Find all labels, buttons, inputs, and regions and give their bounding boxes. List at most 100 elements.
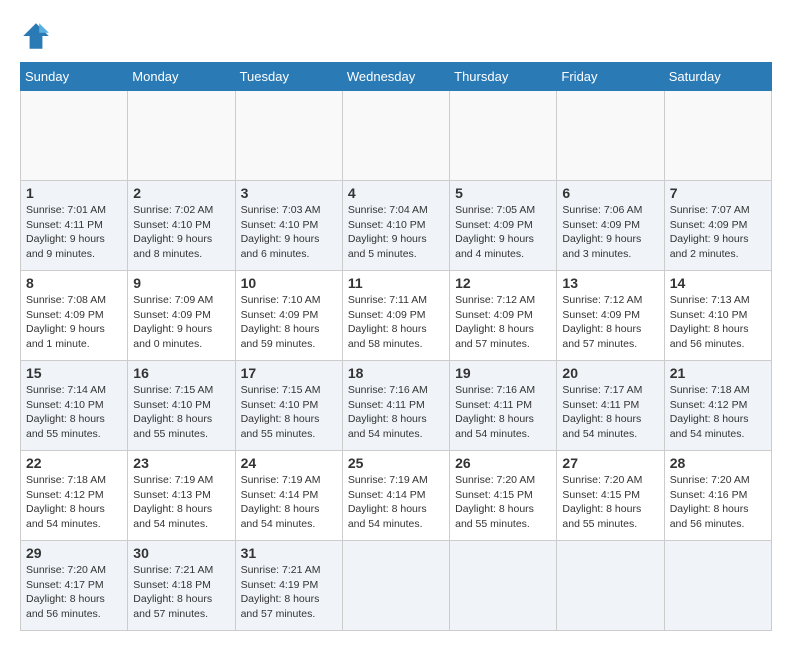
day-cell (450, 541, 557, 631)
day-cell: 21Sunrise: 7:18 AM Sunset: 4:12 PM Dayli… (664, 361, 771, 451)
day-number: 31 (241, 545, 337, 561)
day-info: Sunrise: 7:19 AM Sunset: 4:14 PM Dayligh… (241, 473, 337, 532)
day-number: 10 (241, 275, 337, 291)
day-cell: 19 Sunrise: 7:16 AM Sunset: 4:11 PM Dayli… (450, 361, 557, 451)
day-cell: 4 Sunrise: 7:04 AM Sunset: 4:10 PM Daylig… (342, 181, 449, 271)
day-number: 11 (348, 275, 444, 291)
day-info: Sunrise: 7:13 AM Sunset: 4:10 PM Dayligh… (670, 293, 766, 352)
day-cell: 14 Sunrise: 7:13 AM Sunset: 4:10 PM Dayli… (664, 271, 771, 361)
day-number: 8 (26, 275, 122, 291)
day-info: Sunrise: 7:21 AM Sunset: 4:19 PM Dayligh… (241, 563, 337, 622)
day-number: 18 (348, 365, 444, 381)
day-info: Sunrise: 7:19 AM Sunset: 4:13 PM Dayligh… (133, 473, 229, 532)
day-info: Sunrise: 7:19 AM Sunset: 4:14 PM Dayligh… (348, 473, 444, 532)
day-cell (21, 91, 128, 181)
day-cell: 9 Sunrise: 7:09 AM Sunset: 4:09 PM Daylig… (128, 271, 235, 361)
day-info: Sunrise: 7:20 AM Sunset: 4:15 PM Dayligh… (455, 473, 551, 532)
day-info: Sunrise: 7:04 AM Sunset: 4:10 PM Dayligh… (348, 203, 444, 262)
day-info: Sunrise: 7:07 AM Sunset: 4:09 PM Dayligh… (670, 203, 766, 262)
day-number: 28 (670, 455, 766, 471)
day-number: 5 (455, 185, 551, 201)
header-day-friday: Friday (557, 63, 664, 91)
day-cell: 2 Sunrise: 7:02 AM Sunset: 4:10 PM Daylig… (128, 181, 235, 271)
day-cell: 6Sunrise: 7:06 AM Sunset: 4:09 PM Daylig… (557, 181, 664, 271)
day-cell: 31 Sunrise: 7:21 AM Sunset: 4:19 PM Dayli… (235, 541, 342, 631)
day-cell: 7 Sunrise: 7:07 AM Sunset: 4:09 PM Daylig… (664, 181, 771, 271)
day-number: 29 (26, 545, 122, 561)
day-info: Sunrise: 7:08 AM Sunset: 4:09 PM Dayligh… (26, 293, 122, 352)
calendar-table: SundayMondayTuesdayWednesdayThursdayFrid… (20, 62, 772, 631)
day-cell: 11Sunrise: 7:11 AM Sunset: 4:09 PM Dayli… (342, 271, 449, 361)
day-info: Sunrise: 7:02 AM Sunset: 4:10 PM Dayligh… (133, 203, 229, 262)
week-row-2: 1 Sunrise: 7:01 AM Sunset: 4:11 PM Daylig… (21, 181, 772, 271)
day-cell: 16Sunrise: 7:15 AM Sunset: 4:10 PM Dayli… (128, 361, 235, 451)
day-cell: 3Sunrise: 7:03 AM Sunset: 4:10 PM Daylig… (235, 181, 342, 271)
day-number: 6 (562, 185, 658, 201)
header-day-sunday: Sunday (21, 63, 128, 91)
day-number: 19 (455, 365, 551, 381)
day-number: 27 (562, 455, 658, 471)
day-cell: 13 Sunrise: 7:12 AM Sunset: 4:09 PM Dayli… (557, 271, 664, 361)
header-day-wednesday: Wednesday (342, 63, 449, 91)
day-number: 2 (133, 185, 229, 201)
day-cell: 12Sunrise: 7:12 AM Sunset: 4:09 PM Dayli… (450, 271, 557, 361)
header-row: SundayMondayTuesdayWednesdayThursdayFrid… (21, 63, 772, 91)
week-row-3: 8 Sunrise: 7:08 AM Sunset: 4:09 PM Daylig… (21, 271, 772, 361)
day-number: 30 (133, 545, 229, 561)
day-cell (557, 91, 664, 181)
day-cell (450, 91, 557, 181)
day-info: Sunrise: 7:14 AM Sunset: 4:10 PM Dayligh… (26, 383, 122, 442)
day-cell: 25 Sunrise: 7:19 AM Sunset: 4:14 PM Dayli… (342, 451, 449, 541)
day-cell: 28 Sunrise: 7:20 AM Sunset: 4:16 PM Dayli… (664, 451, 771, 541)
header-day-thursday: Thursday (450, 63, 557, 91)
day-cell (664, 91, 771, 181)
day-info: Sunrise: 7:17 AM Sunset: 4:11 PM Dayligh… (562, 383, 658, 442)
day-info: Sunrise: 7:12 AM Sunset: 4:09 PM Dayligh… (455, 293, 551, 352)
day-number: 23 (133, 455, 229, 471)
day-number: 20 (562, 365, 658, 381)
week-row-4: 15 Sunrise: 7:14 AM Sunset: 4:10 PM Dayli… (21, 361, 772, 451)
day-cell: 27Sunrise: 7:20 AM Sunset: 4:15 PM Dayli… (557, 451, 664, 541)
day-number: 26 (455, 455, 551, 471)
day-info: Sunrise: 7:12 AM Sunset: 4:09 PM Dayligh… (562, 293, 658, 352)
day-info: Sunrise: 7:01 AM Sunset: 4:11 PM Dayligh… (26, 203, 122, 262)
week-row-6: 29 Sunrise: 7:20 AM Sunset: 4:17 PM Dayli… (21, 541, 772, 631)
day-number: 14 (670, 275, 766, 291)
day-cell (664, 541, 771, 631)
logo (20, 20, 56, 52)
week-row-1 (21, 91, 772, 181)
day-number: 25 (348, 455, 444, 471)
day-info: Sunrise: 7:09 AM Sunset: 4:09 PM Dayligh… (133, 293, 229, 352)
day-cell: 17Sunrise: 7:15 AM Sunset: 4:10 PM Dayli… (235, 361, 342, 451)
day-cell: 30Sunrise: 7:21 AM Sunset: 4:18 PM Dayli… (128, 541, 235, 631)
day-cell (235, 91, 342, 181)
day-info: Sunrise: 7:16 AM Sunset: 4:11 PM Dayligh… (455, 383, 551, 442)
day-cell: 22Sunrise: 7:18 AM Sunset: 4:12 PM Dayli… (21, 451, 128, 541)
day-number: 7 (670, 185, 766, 201)
day-info: Sunrise: 7:05 AM Sunset: 4:09 PM Dayligh… (455, 203, 551, 262)
day-info: Sunrise: 7:03 AM Sunset: 4:10 PM Dayligh… (241, 203, 337, 262)
day-info: Sunrise: 7:20 AM Sunset: 4:16 PM Dayligh… (670, 473, 766, 532)
day-info: Sunrise: 7:15 AM Sunset: 4:10 PM Dayligh… (241, 383, 337, 442)
day-cell (342, 541, 449, 631)
day-number: 16 (133, 365, 229, 381)
day-cell: 23 Sunrise: 7:19 AM Sunset: 4:13 PM Dayli… (128, 451, 235, 541)
day-number: 9 (133, 275, 229, 291)
day-cell: 26 Sunrise: 7:20 AM Sunset: 4:15 PM Dayli… (450, 451, 557, 541)
day-number: 15 (26, 365, 122, 381)
day-cell (342, 91, 449, 181)
day-number: 4 (348, 185, 444, 201)
day-cell: 5 Sunrise: 7:05 AM Sunset: 4:09 PM Daylig… (450, 181, 557, 271)
day-number: 1 (26, 185, 122, 201)
header-day-saturday: Saturday (664, 63, 771, 91)
day-info: Sunrise: 7:16 AM Sunset: 4:11 PM Dayligh… (348, 383, 444, 442)
day-info: Sunrise: 7:20 AM Sunset: 4:17 PM Dayligh… (26, 563, 122, 622)
day-number: 13 (562, 275, 658, 291)
day-cell (128, 91, 235, 181)
logo-icon (20, 20, 52, 52)
day-info: Sunrise: 7:10 AM Sunset: 4:09 PM Dayligh… (241, 293, 337, 352)
day-info: Sunrise: 7:18 AM Sunset: 4:12 PM Dayligh… (26, 473, 122, 532)
day-cell: 8 Sunrise: 7:08 AM Sunset: 4:09 PM Daylig… (21, 271, 128, 361)
day-cell: 1 Sunrise: 7:01 AM Sunset: 4:11 PM Daylig… (21, 181, 128, 271)
day-number: 24 (241, 455, 337, 471)
